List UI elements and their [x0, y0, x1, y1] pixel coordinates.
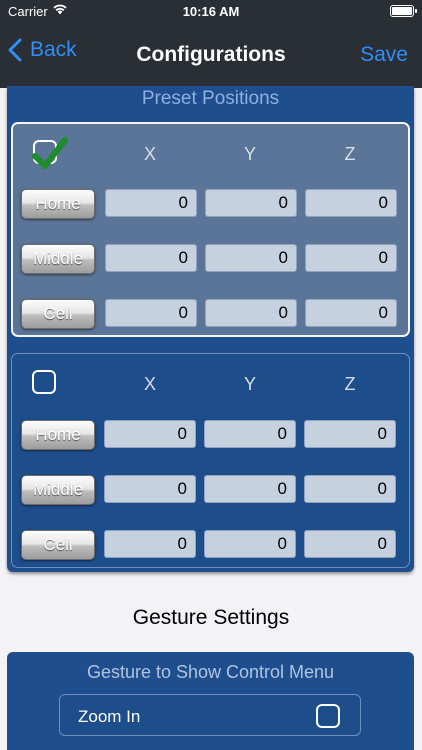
gesture-panel: Gesture to Show Control Menu Zoom In: [7, 652, 414, 750]
cell-x-field[interactable]: 0: [104, 530, 196, 558]
preset-row-cell: Cell 0 0 0: [12, 530, 409, 560]
preset-row-cell: Cell 0 0 0: [13, 299, 408, 329]
preset-row-middle: Middle 0 0 0: [13, 244, 408, 274]
status-bar: Carrier 10:16 AM: [0, 0, 422, 24]
zoom-in-label: Zoom In: [78, 707, 141, 726]
page-title: Configurations: [136, 43, 286, 66]
home-button[interactable]: Home: [21, 420, 95, 450]
save-button[interactable]: Save: [360, 43, 408, 67]
config-box-1: X Y Z Home 0 0 0 Middle 0 0 0 Cell 0 0 0: [11, 122, 410, 337]
home-x-field[interactable]: 0: [104, 420, 196, 448]
preset-row-middle: Middle 0 0 0: [12, 475, 409, 505]
cell-z-field[interactable]: 0: [304, 530, 396, 558]
axis-label-x: X: [143, 144, 156, 164]
navigation-bar: Back Configurations Save: [0, 24, 422, 88]
config-2-checkbox[interactable]: [32, 370, 56, 394]
middle-z-field[interactable]: 0: [305, 244, 397, 272]
axis-label-z: Z: [344, 374, 356, 394]
cell-y-field[interactable]: 0: [204, 530, 296, 558]
cell-z-field[interactable]: 0: [305, 299, 397, 327]
zoom-in-checkbox[interactable]: [316, 704, 340, 728]
status-time: 10:16 AM: [182, 4, 240, 19]
home-z-field[interactable]: 0: [305, 189, 397, 217]
cell-button[interactable]: Cell: [21, 530, 95, 560]
axis-label-y: Y: [243, 374, 256, 394]
middle-button[interactable]: Middle: [21, 475, 95, 505]
config-box-2: X Y Z Home 0 0 0 Middle 0 0 0 Cell 0 0 0: [11, 353, 410, 568]
home-z-field[interactable]: 0: [304, 420, 396, 448]
home-x-field[interactable]: 0: [105, 189, 197, 217]
gesture-settings-title: Gesture Settings: [132, 606, 290, 629]
middle-y-field[interactable]: 0: [205, 244, 297, 272]
middle-x-field[interactable]: 0: [104, 475, 196, 503]
zoom-in-option[interactable]: Zoom In: [59, 694, 361, 736]
axis-label-x: X: [143, 374, 156, 394]
preset-positions-title: Preset Positions: [141, 88, 280, 109]
home-y-field[interactable]: 0: [204, 420, 296, 448]
middle-x-field[interactable]: 0: [105, 244, 197, 272]
home-button[interactable]: Home: [21, 189, 95, 219]
preset-positions-panel: Preset Positions X Y Z Home 0 0 0 Middle…: [7, 86, 414, 572]
cell-button[interactable]: Cell: [21, 299, 95, 329]
battery-icon: [390, 5, 417, 17]
gesture-heading: Gesture to Show Control Menu: [86, 662, 335, 682]
axis-label-y: Y: [243, 144, 256, 164]
checkmark-icon: [32, 137, 68, 169]
middle-button[interactable]: Middle: [21, 244, 95, 274]
middle-z-field[interactable]: 0: [304, 475, 396, 503]
home-y-field[interactable]: 0: [205, 189, 297, 217]
cell-x-field[interactable]: 0: [105, 299, 197, 327]
preset-row-home: Home 0 0 0: [13, 189, 408, 219]
preset-row-home: Home 0 0 0: [12, 420, 409, 450]
middle-y-field[interactable]: 0: [204, 475, 296, 503]
cell-y-field[interactable]: 0: [205, 299, 297, 327]
config-1-checkbox[interactable]: [32, 137, 68, 169]
axis-label-z: Z: [344, 144, 356, 164]
